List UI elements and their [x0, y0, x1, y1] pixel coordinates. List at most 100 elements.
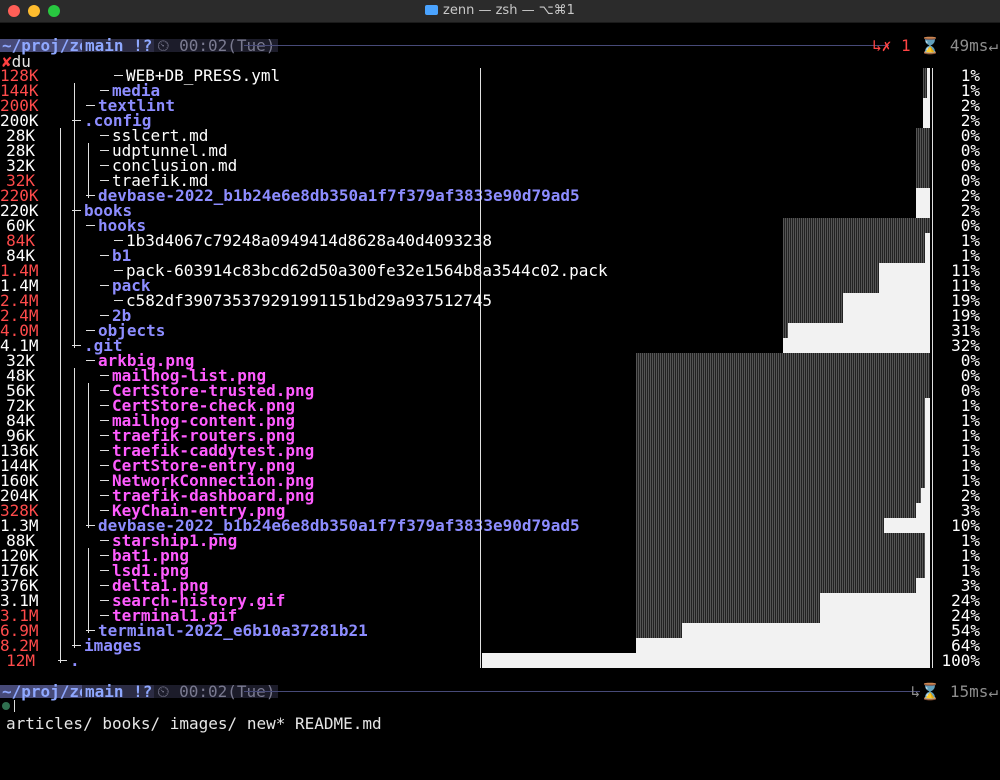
du-bar [916, 188, 930, 203]
du-bar-fill [636, 638, 930, 653]
tree-branch [100, 495, 109, 496]
du-bar-fill [884, 518, 930, 533]
du-bar-fill [925, 533, 930, 548]
tree-level2-line [88, 143, 89, 198]
folder-icon [425, 5, 439, 15]
du-bar [783, 263, 930, 278]
tree-branch [100, 585, 109, 586]
du-bar [783, 293, 930, 308]
du-bar [636, 353, 930, 368]
du-bar-fill [925, 233, 930, 248]
du-entry-name: images [84, 636, 142, 655]
du-bar-fill [925, 548, 930, 563]
chart-right-edge [932, 68, 933, 668]
du-bar-fill [923, 98, 930, 113]
du-bar [916, 143, 930, 158]
du-bar-fill [920, 488, 930, 503]
tree-branch [100, 420, 109, 421]
du-bar-fill [925, 473, 930, 488]
tree-branch [100, 480, 109, 481]
prompt-line: ~/proj/zenn main !? ⏲ 00:02(Tue) ↳✗ 1 ⌛ … [0, 38, 1000, 54]
title-bar: zenn — zsh — ⌥⌘1 [0, 0, 1000, 23]
du-bar [636, 563, 930, 578]
du-bar [636, 623, 930, 638]
du-bar [783, 278, 930, 293]
tree-branch [100, 390, 109, 391]
du-bar [923, 83, 930, 98]
tree-branch [100, 510, 109, 511]
du-bar [783, 308, 930, 323]
du-bar [636, 503, 930, 518]
du-bar [636, 428, 930, 443]
du-bar [783, 338, 930, 353]
du-bar [636, 638, 930, 653]
du-size: 12M [6, 651, 35, 670]
du-bar [923, 68, 930, 83]
du-bar-fill [787, 323, 930, 338]
du-bar-fill [925, 248, 930, 263]
du-bar [636, 398, 930, 413]
du-bar [916, 158, 930, 173]
tree-branch [100, 90, 109, 91]
chart-left-edge [480, 68, 481, 668]
du-bar [636, 443, 930, 458]
du-bar [636, 458, 930, 473]
du-bar [783, 323, 930, 338]
tree-branch [100, 165, 109, 166]
du-bar [916, 173, 930, 188]
tree-branch [86, 360, 95, 361]
tree-branch [100, 150, 109, 151]
du-bar-fill [681, 623, 930, 638]
du-bar-fill [926, 83, 930, 98]
du-bar [636, 578, 930, 593]
du-row: 220K books 2% [0, 203, 1000, 219]
tree-level2-line-2 [88, 383, 89, 528]
du-bar [783, 218, 930, 233]
du-entry-name: pack-603914c83bcd62d50a300fe32e1564b8a35… [126, 261, 608, 280]
du-bar-fill [925, 563, 930, 578]
text-cursor[interactable] [14, 700, 15, 712]
du-bar [482, 653, 930, 668]
tree-branch [86, 105, 95, 106]
du-bar [636, 488, 930, 503]
du-row: 220K devbase-2022_b1b24e6e8db350a1f7f379a… [0, 186, 1000, 205]
du-bar-fill [879, 278, 930, 293]
du-bar-fill [925, 428, 930, 443]
tree-branch [100, 615, 109, 616]
tree-branch [114, 300, 123, 301]
du-bar [916, 128, 930, 143]
tree-branch [100, 435, 109, 436]
du-bar-fill [926, 68, 930, 83]
du-bar [636, 518, 930, 533]
tree-branch [100, 180, 109, 181]
du-row: 6.9M terminal-2022_e6b10a37281b21 54% [0, 623, 1000, 639]
prompt-line-2: ~/proj/zenn main !? ⏲ 00:02(Tue) ↳⌛ 15ms… [0, 684, 1000, 700]
tree-branch [100, 465, 109, 466]
du-bar-fill [819, 593, 930, 608]
du-row: 84K 1b3d4067c79248a0949414d8628a40d409323… [0, 231, 1000, 250]
du-bar-fill [842, 308, 930, 323]
du-bar-fill [916, 503, 930, 518]
du-bar [636, 368, 930, 383]
tree-branch [100, 315, 109, 316]
du-bar [636, 548, 930, 563]
tree-branch [100, 600, 109, 601]
tree-branch [100, 285, 109, 286]
tree-branch [100, 540, 109, 541]
du-percent: 100% [941, 651, 980, 670]
du-bar [636, 413, 930, 428]
tree-branch [100, 570, 109, 571]
du-bar-fill [923, 113, 930, 128]
du-bar [636, 593, 930, 608]
tree-branch [100, 135, 109, 136]
du-bar [923, 113, 930, 128]
tree-branch [100, 375, 109, 376]
tree-branch [114, 240, 123, 241]
du-bar-fill [783, 338, 930, 353]
du-bar-fill [925, 398, 930, 413]
du-entry-name: devbase-2022_b1b24e6e8db350a1f7f379af383… [98, 186, 580, 205]
du-entry-name: 1b3d4067c79248a0949414d8628a40d4093238 [126, 231, 493, 250]
tree-branch [100, 555, 109, 556]
du-bar [636, 608, 930, 623]
tree-level1-line [74, 83, 75, 348]
